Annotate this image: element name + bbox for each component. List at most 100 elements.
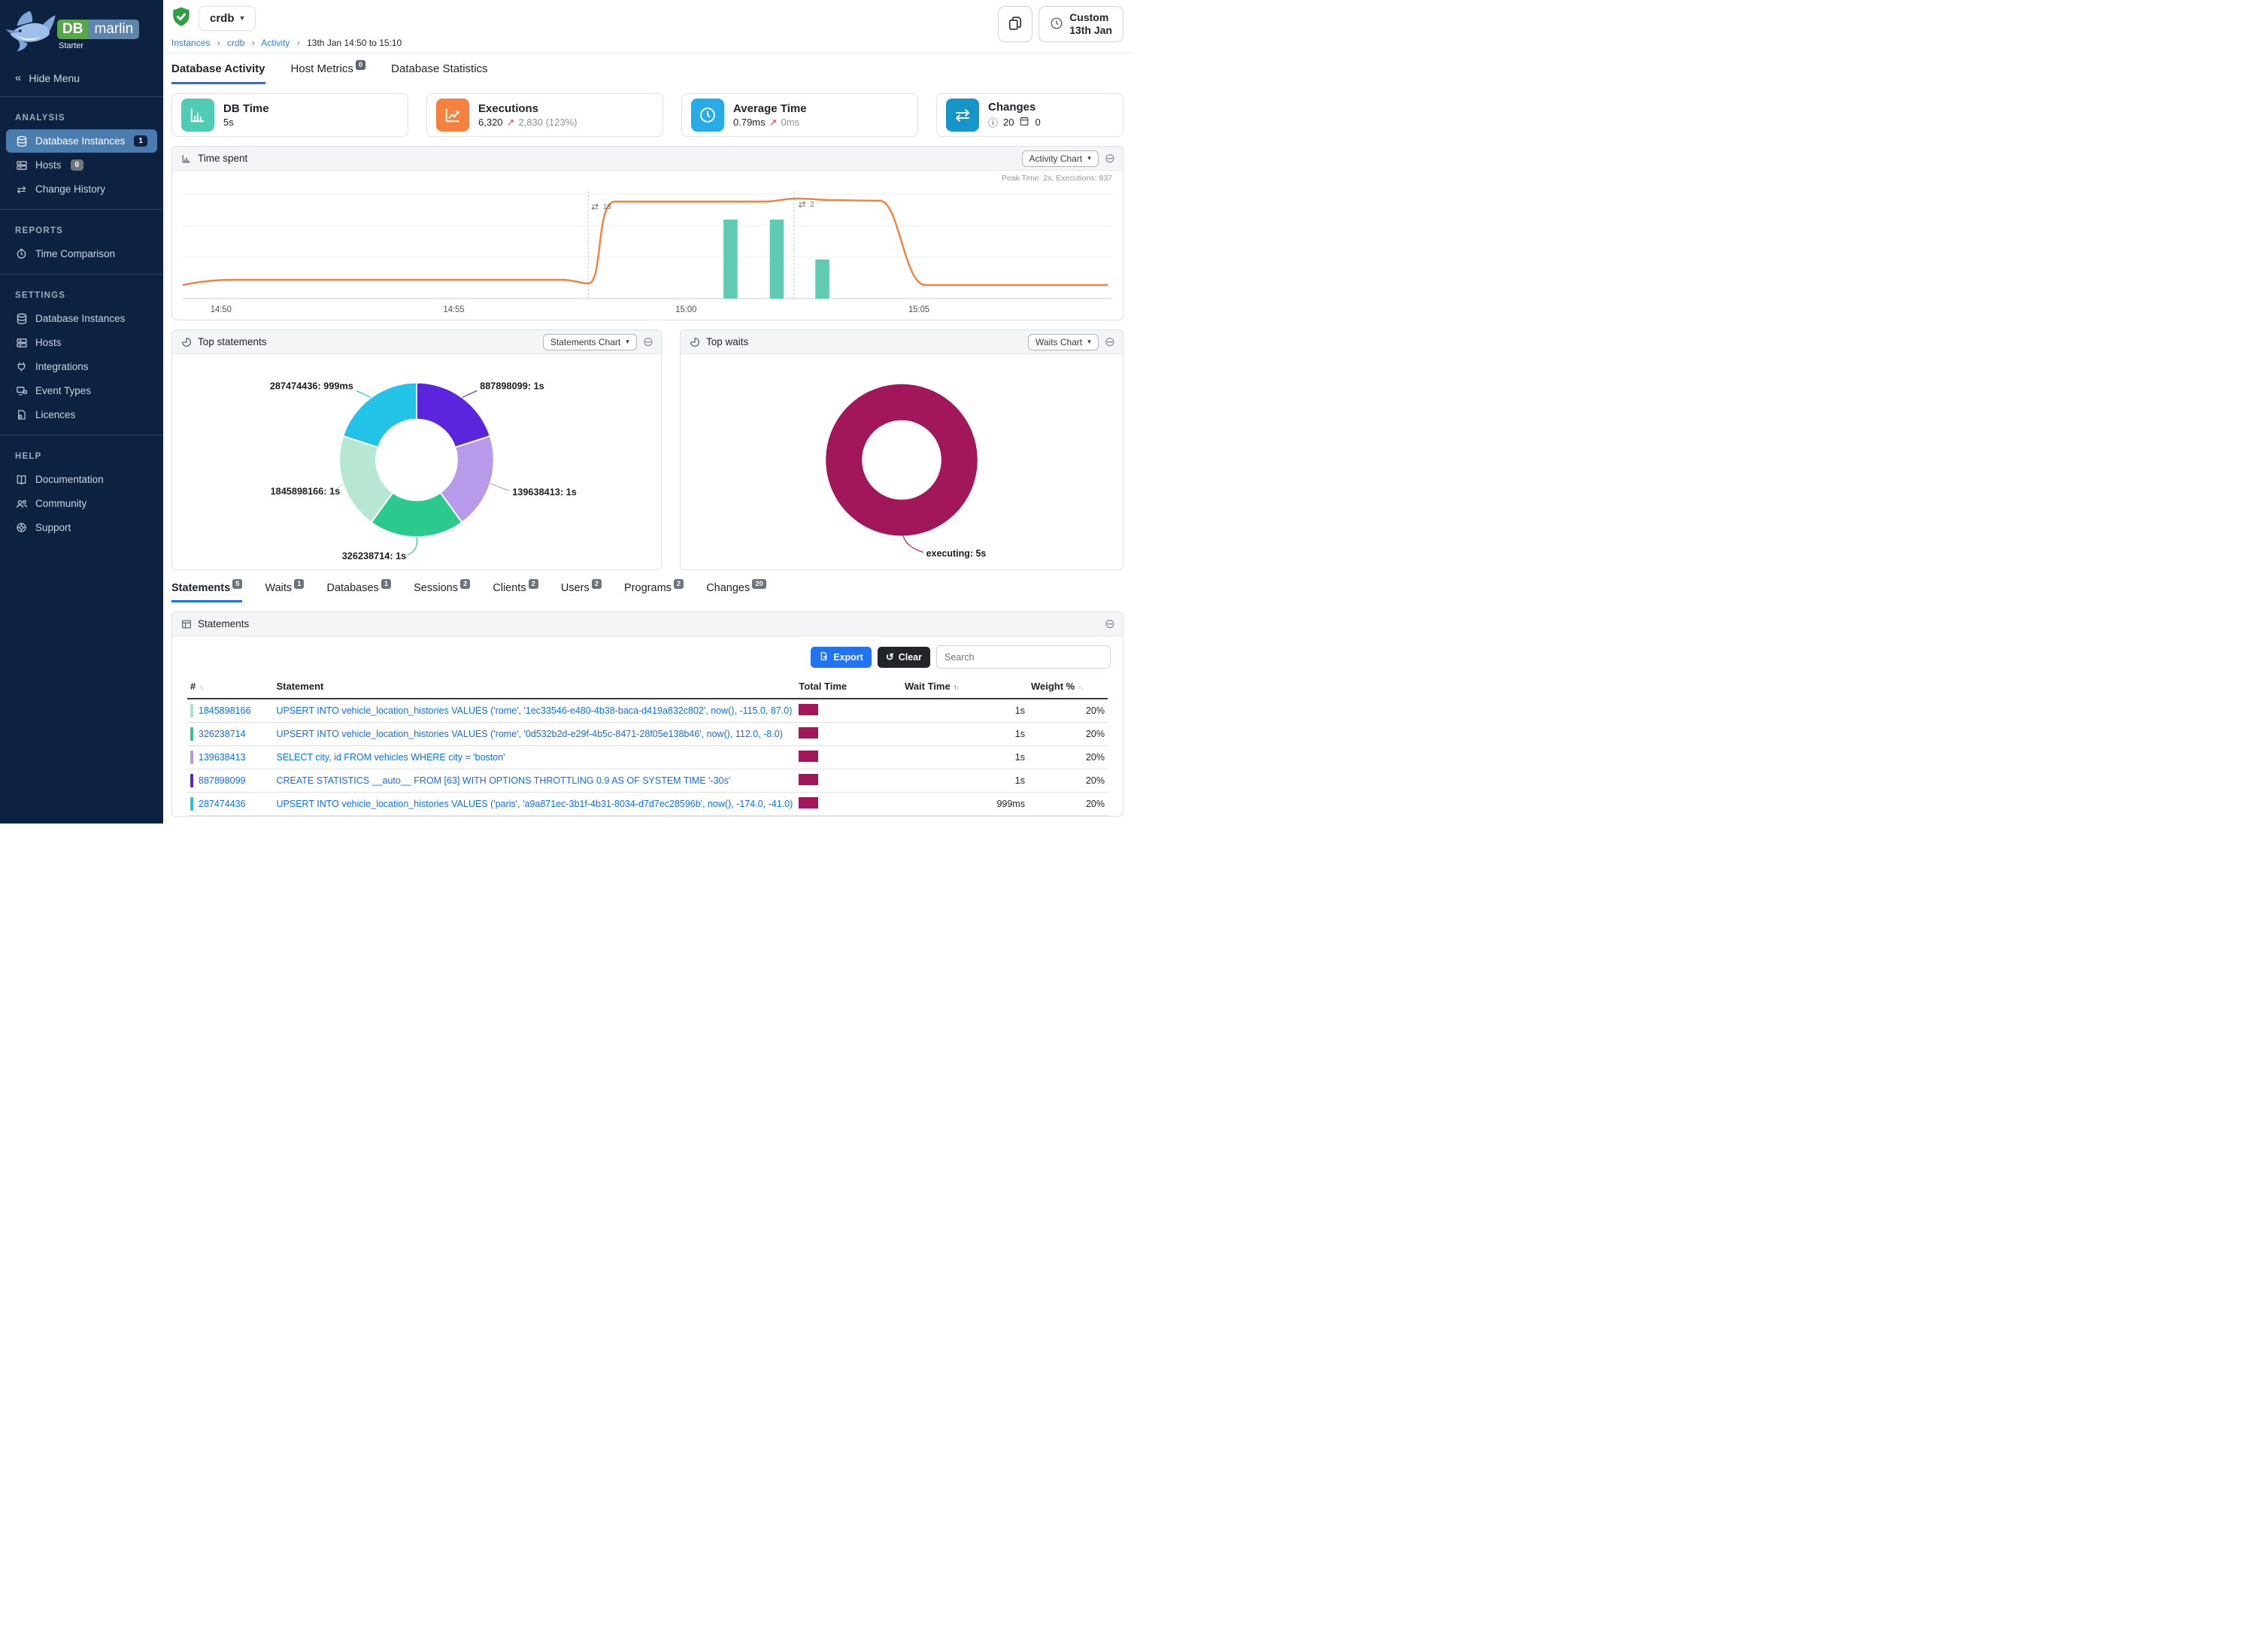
wait-time-value: 1s xyxy=(902,699,1028,723)
collapse-panel-icon[interactable]: ⊖ xyxy=(1105,335,1115,348)
waits-donut-svg[interactable]: executing: 5s xyxy=(685,356,1118,568)
statement-id-link[interactable]: 287474436 xyxy=(199,799,246,809)
table-row: 1845898166 UPSERT INTO vehicle_location_… xyxy=(187,699,1108,723)
tab-databases[interactable]: Databases1 xyxy=(326,582,391,602)
sidebar-item-settings-database-instances[interactable]: Database Instances xyxy=(6,307,157,330)
panel-title: Top waits xyxy=(706,336,748,347)
col-header-id[interactable]: #↑↓ xyxy=(187,676,274,699)
statements-panel: Statements ⊖ Export ↺ Clear xyxy=(171,611,1123,817)
sidebar-item-settings-hosts[interactable]: Hosts xyxy=(6,331,157,354)
tab-badge: 5 xyxy=(232,579,242,589)
activity-chart-select[interactable]: Activity Chart ▾ xyxy=(1022,150,1099,167)
col-header-statement[interactable]: Statement xyxy=(274,676,796,699)
sidebar-item-time-comparison[interactable]: Time Comparison xyxy=(6,242,157,265)
tab-users[interactable]: Users2 xyxy=(561,582,602,602)
executions-bar[interactable] xyxy=(770,220,784,299)
sidebar-item-event-types[interactable]: Event Types xyxy=(6,379,157,402)
tab-database-activity[interactable]: Database Activity xyxy=(171,62,265,84)
sidebar-section-analysis: ANALYSIS Database Instances 1 Hosts 0 ⇄ … xyxy=(0,97,163,209)
time-spent-svg[interactable]: ⇄ 18 ⇄ 2 14:50 14:55 15:00 15:05 xyxy=(183,186,1112,315)
instance-selector[interactable]: crdb ▾ xyxy=(199,6,256,31)
donut-slice[interactable] xyxy=(417,383,490,447)
weight-value: 20% xyxy=(1028,769,1108,793)
time-spent-chart: Peak Time: 2s, Executions: 837 ⇄ 18 ⇄ 2 xyxy=(172,171,1123,320)
sidebar-item-label: Event Types xyxy=(35,385,91,396)
copy-link-button[interactable] xyxy=(998,6,1032,42)
total-time-bar xyxy=(799,704,818,715)
sidebar-item-licences[interactable]: Licences xyxy=(6,403,157,426)
sidebar-item-change-history[interactable]: ⇄ Change History xyxy=(6,177,157,201)
collapse-panel-icon[interactable]: ⊖ xyxy=(1105,617,1115,630)
x-tick: 14:55 xyxy=(443,305,464,314)
statement-link[interactable]: CREATE STATISTICS __auto__ FROM [63] WIT… xyxy=(277,775,731,786)
breadcrumb-instances[interactable]: Instances xyxy=(171,38,210,48)
sidebar-item-label: Change History xyxy=(35,184,105,195)
change-marker-label[interactable]: 18 xyxy=(603,203,611,211)
sidebar-item-community[interactable]: Community xyxy=(6,492,157,515)
leader-line xyxy=(490,484,509,491)
wait-time-value: 1s xyxy=(902,723,1028,746)
search-input[interactable] xyxy=(936,645,1111,669)
change-marker-label[interactable]: 2 xyxy=(810,201,814,209)
statement-id-link[interactable]: 1845898166 xyxy=(199,705,251,716)
sidebar-item-label: Database Instances xyxy=(35,135,125,147)
statements-chart-select[interactable]: Statements Chart ▾ xyxy=(543,334,637,350)
section-label: REPORTS xyxy=(0,222,163,241)
clear-button[interactable]: ↺ Clear xyxy=(878,647,930,668)
card-average-time: Average Time 0.79ms ↗ 0ms xyxy=(681,93,918,137)
breadcrumb-crdb[interactable]: crdb xyxy=(227,38,244,48)
export-icon xyxy=(819,651,829,663)
sidebar-item-support[interactable]: Support xyxy=(6,516,157,539)
time-range-button[interactable]: Custom 13th Jan xyxy=(1038,6,1123,42)
sidebar-item-hosts[interactable]: Hosts 0 xyxy=(6,153,157,177)
executions-bar[interactable] xyxy=(723,220,738,299)
copy-icon xyxy=(1008,16,1023,33)
export-button[interactable]: Export xyxy=(811,647,872,668)
statement-link[interactable]: UPSERT INTO vehicle_location_histories V… xyxy=(277,705,793,716)
calendar-icon xyxy=(1019,116,1029,129)
donut-slice[interactable] xyxy=(844,402,960,518)
statement-link[interactable]: UPSERT INTO vehicle_location_histories V… xyxy=(277,729,783,739)
metric-cards: DB Time 5s Executions 6,320 ↗ 2,830 (123… xyxy=(163,93,1134,137)
total-time-bar xyxy=(799,727,818,739)
collapse-panel-icon[interactable]: ⊖ xyxy=(1105,152,1115,165)
event-types-icon xyxy=(15,384,28,397)
tab-programs[interactable]: Programs2 xyxy=(624,582,684,602)
hide-menu-button[interactable]: « Hide Menu xyxy=(0,61,163,96)
section-label: HELP xyxy=(0,447,163,467)
leader-line xyxy=(903,535,923,552)
breadcrumb-activity[interactable]: Activity xyxy=(261,38,290,48)
tab-clients[interactable]: Clients2 xyxy=(493,582,538,602)
logo-marlin-badge: marlin xyxy=(88,20,139,39)
sidebar-item-integrations[interactable]: Integrations xyxy=(6,355,157,378)
clock-icon xyxy=(691,99,724,132)
tab-sessions[interactable]: Sessions2 xyxy=(414,582,470,602)
tab-statements[interactable]: Statements5 xyxy=(171,582,242,602)
tab-changes[interactable]: Changes20 xyxy=(706,582,766,602)
tab-database-statistics[interactable]: Database Statistics xyxy=(391,62,487,84)
tab-host-metrics[interactable]: Host Metrics0 xyxy=(291,62,366,84)
top-waits-chart: executing: 5s xyxy=(681,354,1123,569)
statements-donut-svg[interactable]: 287474436: 999ms 887898099: 1s 139638413… xyxy=(177,356,656,568)
statement-id-link[interactable]: 326238714 xyxy=(199,729,246,739)
time-spent-panel: Time spent Activity Chart ▾ ⊖ Peak Time:… xyxy=(171,146,1123,320)
sidebar-section-settings: SETTINGS Database Instances Hosts Integr… xyxy=(0,274,163,435)
statement-id-link[interactable]: 887898099 xyxy=(199,775,246,786)
executions-bar[interactable] xyxy=(815,259,829,299)
sidebar-item-database-instances[interactable]: Database Instances 1 xyxy=(6,129,157,153)
col-header-total-time[interactable]: Total Time xyxy=(796,676,902,699)
col-header-weight[interactable]: Weight %↑↓ xyxy=(1028,676,1108,699)
clock-icon xyxy=(1050,17,1063,32)
sidebar-item-documentation[interactable]: Documentation xyxy=(6,468,157,491)
statement-id-link[interactable]: 139638413 xyxy=(199,752,246,763)
statement-link[interactable]: UPSERT INTO vehicle_location_histories V… xyxy=(277,799,793,809)
donut-slice[interactable] xyxy=(343,383,417,447)
col-header-wait-time[interactable]: Wait Time↑↓ xyxy=(902,676,1028,699)
collapse-panel-icon[interactable]: ⊖ xyxy=(643,335,653,348)
panel-title: Time spent xyxy=(198,153,247,164)
sidebar-item-label: Community xyxy=(35,498,86,509)
statement-link[interactable]: SELECT city, id FROM vehicles WHERE city… xyxy=(277,752,505,763)
waits-chart-select[interactable]: Waits Chart ▾ xyxy=(1028,334,1099,350)
card-db-time: DB Time 5s xyxy=(171,93,408,137)
tab-waits[interactable]: Waits1 xyxy=(265,582,304,602)
